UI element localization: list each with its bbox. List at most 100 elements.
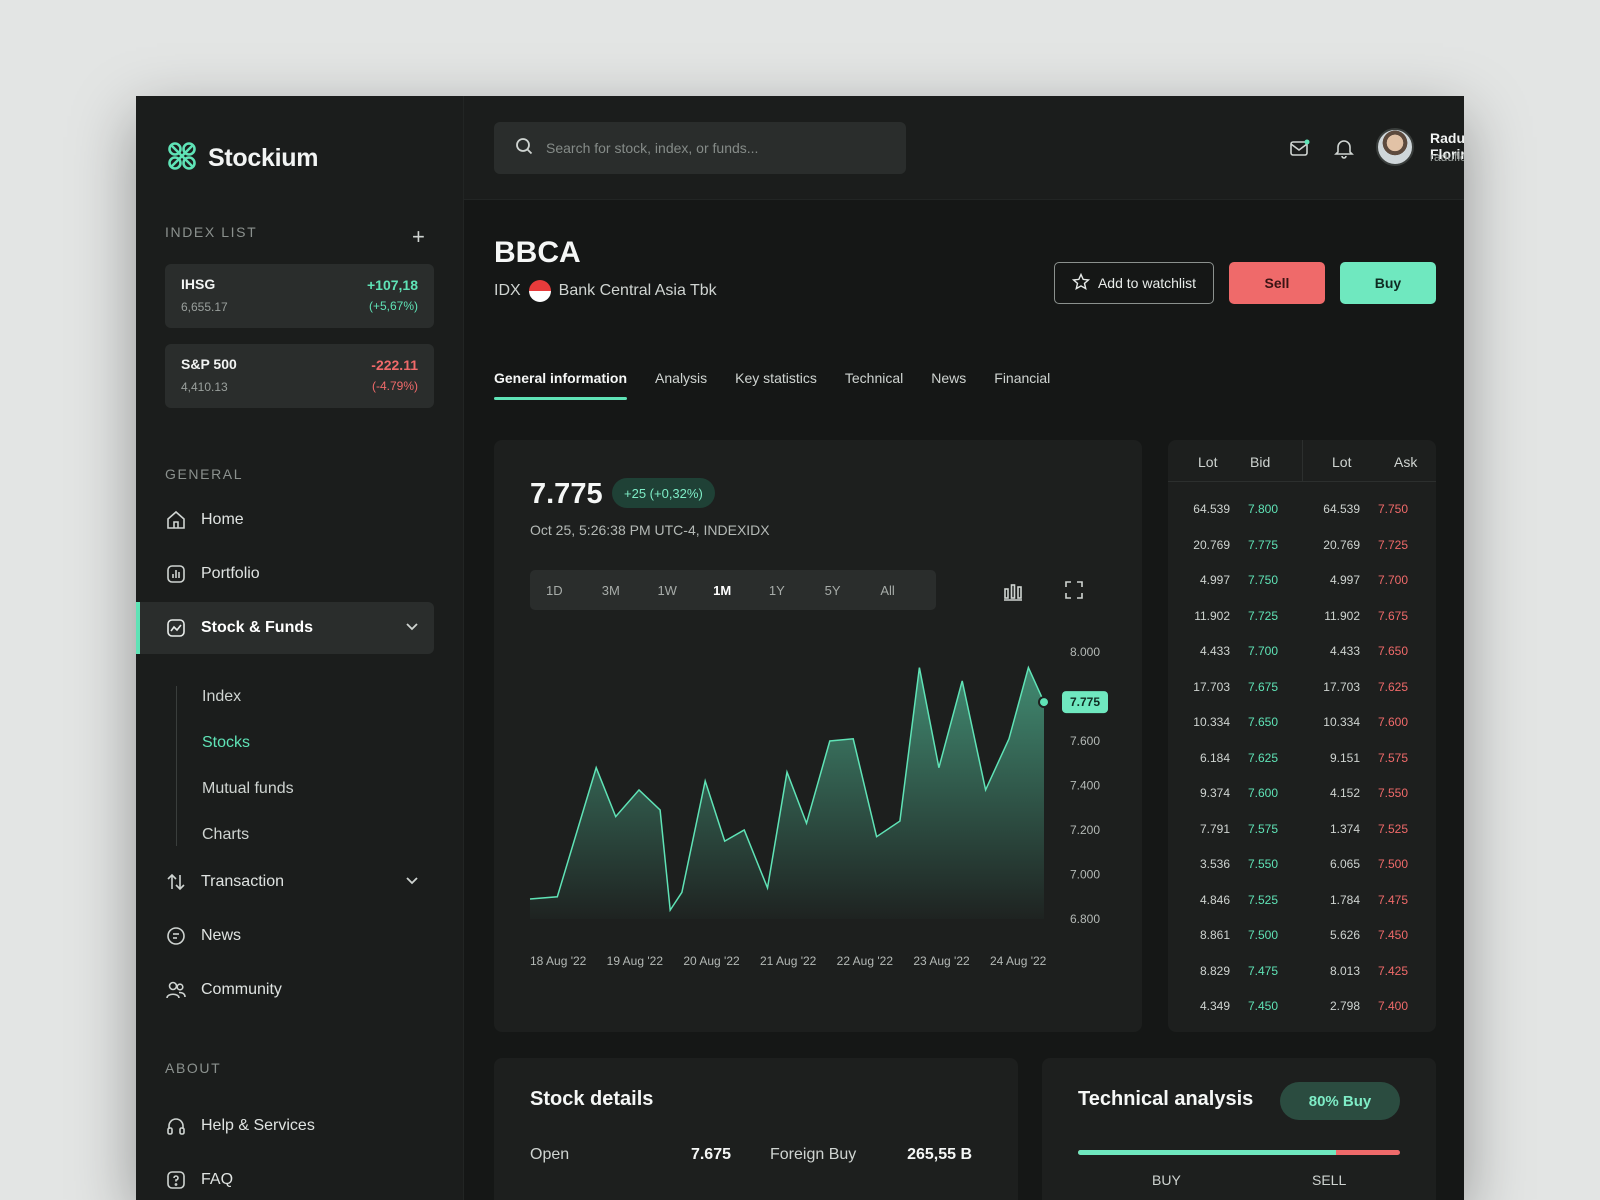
sub-item-charts[interactable]: Charts (202, 826, 249, 844)
tab-technical[interactable]: Technical (845, 370, 903, 400)
search-bar[interactable] (494, 122, 906, 174)
order-book-row: 8.829 7.475 8.013 7.425 (1168, 964, 1436, 984)
buy-fill (1078, 1150, 1336, 1155)
index-card-ihsg[interactable]: IHSG 6,655.17 +107,18 (+5,67%) (165, 264, 434, 328)
sidebar-item-home[interactable]: Home (136, 494, 434, 546)
index-pct: (-4.79%) (371, 379, 418, 393)
ask-lot: 10.334 (1323, 715, 1360, 729)
sidebar-item-portfolio[interactable]: Portfolio (136, 548, 434, 600)
bid-price: 7.625 (1247, 750, 1278, 765)
sidebar-item-community[interactable]: Community (136, 964, 434, 1016)
buy-button[interactable]: Buy (1340, 262, 1436, 304)
bid-price: 7.500 (1247, 928, 1278, 942)
range-1m[interactable]: 1M (713, 583, 769, 598)
bid-lot: 4.433 (1199, 644, 1230, 658)
sub-item-mutual-funds[interactable]: Mutual funds (202, 780, 294, 798)
bid-price: 7.550 (1247, 857, 1278, 871)
tab-analysis[interactable]: Analysis (655, 370, 707, 400)
indonesia-flag-icon (528, 280, 551, 302)
sub-item-stocks[interactable]: Stocks (202, 734, 250, 752)
range-1w[interactable]: 1W (657, 583, 713, 598)
sidebar-item-stock-funds[interactable]: Stock & Funds (136, 602, 434, 654)
x-tick-label: 24 Aug '22 (990, 954, 1047, 968)
company-name: Bank Central Asia Tbk (558, 282, 717, 299)
bar-chart-icon[interactable] (1002, 580, 1024, 607)
index-change: +107,18 (367, 277, 418, 293)
ask-lot: 4.997 (1329, 573, 1360, 587)
lot-header: Lot (1332, 454, 1352, 470)
foreign-buy-label: Foreign Buy (770, 1146, 857, 1163)
tab-general-information[interactable]: General information (494, 370, 628, 400)
bid-price: 7.475 (1247, 963, 1278, 978)
stock-subtitle: IDX Bank Central Asia Tbk (494, 280, 717, 302)
search-icon (514, 136, 534, 161)
sidebar-item-help[interactable]: Help & Services (136, 1100, 434, 1152)
bid-price: 7.800 (1247, 502, 1278, 516)
logo[interactable]: Stockium (166, 140, 318, 177)
news-icon (165, 925, 187, 947)
stock-details-title: Stock details (530, 1088, 654, 1110)
range-1d[interactable]: 1D (546, 583, 602, 598)
order-book-row: 64.539 7.800 64.539 7.750 (1168, 502, 1436, 522)
tab-financial[interactable]: Financial (994, 370, 1050, 400)
y-tick-label: 8.000 (1070, 645, 1100, 659)
bid-price: 7.450 (1247, 999, 1278, 1013)
index-card-sp500[interactable]: S&P 500 4,410.13 -222.11 (-4.79%) (165, 344, 434, 408)
x-tick-label: 19 Aug '22 (607, 954, 664, 968)
sidebar-item-news[interactable]: News (136, 910, 434, 962)
order-book-header: Lot Bid Lot Ask (1168, 440, 1436, 482)
general-title: GENERAL (165, 466, 244, 482)
x-tick-label: 21 Aug '22 (760, 954, 817, 968)
ask-lot: 20.769 (1323, 537, 1360, 552)
ask-lot: 4.433 (1329, 644, 1360, 658)
sidebar-item-transaction[interactable]: Transaction (136, 856, 434, 908)
search-input[interactable] (546, 140, 886, 156)
ask-price: 7.675 (1377, 608, 1408, 623)
about-title: ABOUT (165, 1060, 222, 1076)
bid-price: 7.575 (1247, 821, 1278, 836)
bid-price: 7.600 (1247, 786, 1278, 800)
bid-lot: 4.997 (1199, 573, 1230, 587)
ask-lot: 6.065 (1329, 857, 1360, 871)
y-tick-label: 7.200 (1070, 823, 1100, 837)
nav-label: Home (201, 511, 244, 528)
chevron-down-icon[interactable] (404, 618, 420, 639)
bid-lot: 8.829 (1199, 963, 1230, 978)
x-tick-label: 23 Aug '22 (913, 954, 970, 968)
range-5y[interactable]: 5Y (825, 583, 881, 598)
bid-price: 7.650 (1247, 715, 1278, 729)
headset-icon (165, 1115, 187, 1137)
bell-icon[interactable] (1332, 136, 1356, 165)
order-book-row: 4.846 7.525 1.784 7.475 (1168, 893, 1436, 913)
bid-lot: 17.703 (1193, 679, 1230, 694)
fullscreen-icon[interactable] (1064, 580, 1084, 605)
tab-news[interactable]: News (931, 370, 966, 400)
plus-icon[interactable]: + (412, 224, 425, 250)
range-all[interactable]: All (880, 583, 936, 598)
order-book-row: 11.902 7.725 11.902 7.675 (1168, 609, 1436, 629)
ask-lot: 1.784 (1329, 892, 1360, 907)
tab-key-statistics[interactable]: Key statistics (735, 370, 817, 400)
mail-icon[interactable] (1288, 136, 1312, 165)
chevron-down-icon[interactable] (404, 872, 420, 893)
bid-header: Bid (1250, 454, 1271, 470)
ask-lot: 17.703 (1323, 679, 1360, 694)
avatar[interactable] (1376, 128, 1414, 166)
sidebar-item-faq[interactable]: FAQ (136, 1154, 434, 1200)
range-3m[interactable]: 3M (602, 583, 658, 598)
ask-price: 7.525 (1377, 821, 1408, 836)
sell-button[interactable]: Sell (1229, 262, 1325, 304)
ask-price: 7.500 (1377, 857, 1408, 871)
exchange-label: IDX (494, 282, 521, 299)
add-to-watchlist-button[interactable]: Add to watchlist (1054, 262, 1214, 304)
y-tick-label: 7.600 (1070, 734, 1100, 748)
nav-label: Community (201, 981, 282, 998)
range-1y[interactable]: 1Y (769, 583, 825, 598)
order-book-row: 9.374 7.600 4.152 7.550 (1168, 786, 1436, 806)
sub-item-index[interactable]: Index (202, 688, 241, 706)
home-icon (165, 509, 187, 531)
bid-lot: 11.902 (1194, 608, 1230, 623)
sidebar: Stockium INDEX LIST + IHSG 6,655.17 +107… (136, 96, 464, 1200)
order-book: Lot Bid Lot Ask 64.539 7.800 64.539 7.750 20… (1168, 440, 1436, 1032)
buy-rating-badge: 80% Buy (1280, 1082, 1400, 1120)
